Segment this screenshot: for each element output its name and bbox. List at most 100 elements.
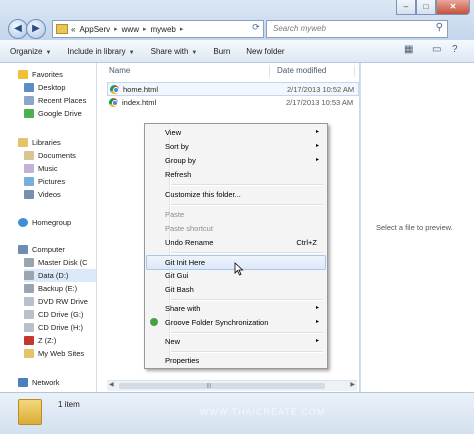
breadcrumb-www[interactable]: www: [122, 25, 139, 34]
menu-shortcut: Ctrl+Z: [296, 238, 317, 247]
cd-drive-icon: [24, 323, 34, 332]
folder-icon: [56, 24, 68, 34]
nav-label: Documents: [38, 151, 76, 160]
file-row-home[interactable]: home.html 2/17/2013 10:52 AM: [107, 82, 359, 96]
menu-separator: [171, 332, 323, 334]
nav-network[interactable]: Network: [18, 376, 60, 389]
chrome-html-icon: [109, 97, 118, 107]
scroll-left-arrow-icon[interactable]: ◀: [109, 381, 114, 388]
search-input[interactable]: Search myweb ⚲: [266, 20, 448, 38]
scroll-right-arrow-icon[interactable]: ▶: [350, 381, 355, 388]
nav-documents[interactable]: Documents: [24, 149, 76, 162]
menu-label: Properties: [165, 356, 200, 365]
nav-dvd-drive[interactable]: DVD RW Drive: [24, 295, 88, 308]
menu-item-customize-folder[interactable]: Customize this folder...: [147, 188, 323, 201]
maximize-button[interactable]: □: [416, 0, 436, 15]
column-divider[interactable]: [354, 65, 355, 77]
close-button[interactable]: ✕: [436, 0, 470, 15]
nav-backup-drive[interactable]: Backup (E:): [24, 282, 77, 295]
nav-favorites[interactable]: Favorites: [18, 68, 63, 81]
drive-icon: [24, 284, 34, 293]
menu-item-paste[interactable]: Paste: [147, 208, 323, 221]
organize-button[interactable]: Organize ▼: [10, 47, 51, 56]
nav-master-disk[interactable]: Master Disk (C: [24, 256, 88, 269]
nav-computer[interactable]: Computer: [18, 243, 65, 256]
menu-item-new[interactable]: New ▸: [147, 335, 323, 348]
menu-item-undo-rename[interactable]: Undo Rename Ctrl+Z: [147, 236, 323, 249]
groove-icon: [150, 318, 158, 326]
nav-desktop[interactable]: Desktop: [24, 81, 66, 94]
menu-label: Refresh: [165, 170, 192, 179]
menu-item-groove-sync[interactable]: Groove Folder Synchronization ▸: [147, 316, 323, 329]
preview-pane-icon[interactable]: ▭: [432, 44, 441, 55]
menu-item-share-with[interactable]: Share with ▸: [147, 302, 323, 315]
preview-placeholder: Select a file to preview.: [376, 223, 453, 232]
drive-icon: [24, 271, 34, 280]
menu-item-refresh[interactable]: Refresh: [147, 168, 323, 181]
nav-pictures[interactable]: Pictures: [24, 175, 65, 188]
nav-libraries[interactable]: Libraries: [18, 136, 61, 149]
include-in-library-button[interactable]: Include in library ▼: [67, 47, 134, 56]
music-icon: [24, 164, 34, 173]
scrollbar-thumb[interactable]: [119, 383, 325, 389]
nav-data-drive[interactable]: Data (D:): [24, 269, 96, 282]
nav-videos[interactable]: Videos: [24, 188, 61, 201]
new-folder-button[interactable]: New folder: [246, 47, 284, 56]
help-icon[interactable]: ?: [452, 44, 458, 55]
file-date: 2/17/2013 10:52 AM: [287, 84, 355, 94]
breadcrumb-separator[interactable]: ▸: [180, 25, 184, 33]
breadcrumb-overflow[interactable]: «: [71, 25, 75, 34]
cd-drive-icon: [24, 310, 34, 319]
nav-label: Network: [32, 378, 60, 387]
menu-item-view[interactable]: View ▸: [147, 126, 323, 139]
search-placeholder: Search myweb: [273, 24, 326, 33]
menu-label: Git Bash: [165, 285, 194, 294]
refresh-icon[interactable]: ⟳: [250, 22, 262, 34]
desktop-icon: [24, 83, 34, 92]
forward-button[interactable]: ▶: [26, 19, 46, 39]
search-icon[interactable]: ⚲: [436, 22, 443, 33]
share-with-label: Share with: [150, 46, 189, 56]
nav-google-drive[interactable]: Google Drive: [24, 107, 82, 120]
column-divider[interactable]: [269, 65, 270, 77]
nav-cd-drive-g[interactable]: CD Drive (G:): [24, 308, 83, 321]
chrome-html-icon: [110, 84, 119, 94]
view-options-icon[interactable]: ▦: [404, 44, 413, 55]
column-header-date-modified[interactable]: Date modified: [277, 63, 326, 79]
nav-homegroup[interactable]: Homegroup: [18, 216, 71, 229]
menu-label: View: [165, 128, 182, 137]
nav-label: CD Drive (G:): [38, 310, 84, 319]
menu-label: Paste: [165, 210, 185, 219]
nav-cd-drive-h[interactable]: CD Drive (H:): [24, 321, 83, 334]
burn-button[interactable]: Burn: [213, 47, 230, 56]
nav-my-web-sites[interactable]: My Web Sites: [24, 347, 84, 360]
menu-label: Group by: [165, 156, 196, 165]
menu-item-group-by[interactable]: Group by ▸: [147, 154, 323, 167]
details-pane: 1 item WWW.THAICREATE.COM: [0, 392, 474, 434]
nav-recent-places[interactable]: Recent Places: [24, 94, 86, 107]
menu-item-git-bash[interactable]: Git Bash: [147, 283, 323, 296]
nav-music[interactable]: Music: [24, 162, 58, 175]
minimize-button[interactable]: –: [396, 0, 416, 15]
menu-item-properties[interactable]: Properties: [147, 354, 323, 367]
network-icon: [18, 378, 28, 387]
submenu-arrow-icon: ▸: [315, 319, 319, 325]
breadcrumb-myweb[interactable]: myweb: [151, 25, 176, 34]
share-with-button[interactable]: Share with ▼: [151, 47, 198, 56]
breadcrumb-separator[interactable]: ▸: [114, 25, 118, 33]
horizontal-scrollbar[interactable]: ◀ ||| ▶: [107, 380, 357, 391]
nav-label: My Web Sites: [38, 349, 85, 358]
organize-label: Organize: [10, 46, 43, 56]
libraries-icon: [18, 138, 28, 147]
breadcrumb-appserv[interactable]: AppServ: [79, 25, 110, 34]
address-bar[interactable]: « AppServ ▸ www ▸ myweb ▸: [52, 20, 264, 38]
breadcrumb-separator[interactable]: ▸: [143, 25, 147, 33]
nav-label: Favorites: [32, 70, 63, 79]
menu-item-paste-shortcut[interactable]: Paste shortcut: [147, 222, 323, 235]
nav-z-drive[interactable]: Z (Z:): [24, 334, 56, 347]
drive-icon: [24, 258, 34, 267]
back-button[interactable]: ◀: [8, 19, 28, 39]
file-row-index[interactable]: index.html 2/17/2013 10:53 AM: [107, 96, 357, 108]
menu-item-sort-by[interactable]: Sort by ▸: [147, 140, 323, 153]
column-header-name[interactable]: Name: [109, 63, 130, 79]
